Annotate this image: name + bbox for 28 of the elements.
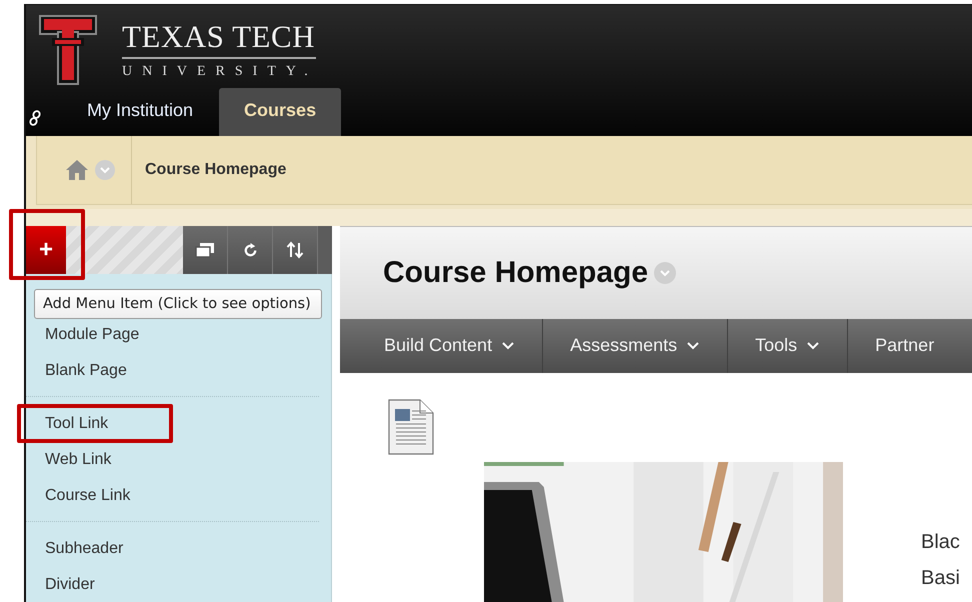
menu-item[interactable]: Tool Link	[45, 415, 108, 433]
home-icon[interactable]	[65, 159, 89, 181]
menu-item[interactable]: Divider	[45, 576, 95, 594]
sort-icon[interactable]	[273, 226, 318, 274]
window-icon[interactable]	[183, 226, 228, 274]
university-subtitle: UNIVERSITY.	[122, 64, 318, 80]
menu-button[interactable]: Partner	[848, 318, 962, 373]
body-text: Basi	[921, 566, 960, 591]
logo-icon	[38, 14, 98, 88]
menu-item[interactable]: Web Link	[45, 451, 112, 469]
page-title: Course Homepage	[383, 256, 648, 290]
tooltip: Add Menu Item (Click to see options)	[34, 289, 322, 319]
chevron-down-icon	[502, 342, 514, 350]
chevron-down-icon	[807, 342, 820, 350]
menu-item[interactable]: Course Link	[45, 487, 130, 505]
nav-tab[interactable]: My Institution	[61, 88, 220, 136]
add-menu-item-button[interactable]: +	[26, 226, 66, 274]
menu-item[interactable]: Blank Page	[45, 362, 127, 380]
document-icon	[388, 399, 434, 455]
refresh-icon[interactable]	[228, 226, 273, 274]
menu-item[interactable]: Subheader	[45, 540, 124, 558]
chevron-down-icon	[687, 342, 700, 350]
nav-tab[interactable]: Courses	[219, 88, 342, 136]
menu-item[interactable]: Module Page	[45, 326, 140, 344]
university-name: TEXAS TECH	[122, 20, 316, 54]
breadcrumb-link[interactable]: Course Homepage	[145, 161, 286, 179]
link-icon[interactable]	[29, 110, 41, 126]
body-text: Blac	[921, 530, 960, 555]
